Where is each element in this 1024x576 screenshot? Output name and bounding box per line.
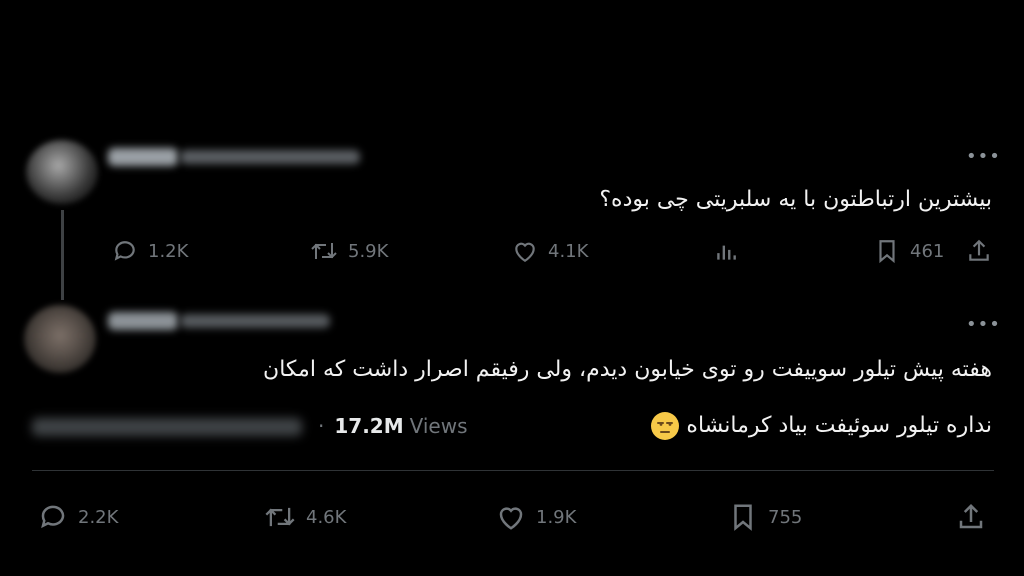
share-button[interactable] — [956, 502, 986, 532]
views-counter[interactable]: · 17.2M Views — [318, 414, 468, 438]
retweet-count: 4.6K — [306, 506, 347, 528]
divider — [32, 470, 994, 471]
reply-button[interactable]: 2.2K — [38, 502, 118, 532]
unamused-face-emoji — [651, 412, 680, 440]
reply-icon — [114, 241, 135, 261]
reply-text-line-1: هفته پیش تیلور سوییفت رو توی خیابون دیدم… — [263, 357, 992, 382]
heart-icon — [499, 507, 523, 530]
handle-blurred — [180, 314, 330, 328]
analytics-button[interactable] — [713, 238, 739, 264]
reply-text-line-2: نداره تیلور سوئیفت بیاد کرمانشاه — [643, 406, 992, 446]
like-button[interactable]: 4.1K — [512, 238, 588, 264]
like-count: 1.9K — [536, 506, 577, 528]
like-count: 4.1K — [548, 240, 589, 262]
bookmark-button[interactable]: 461 — [874, 238, 944, 264]
retweet-button[interactable]: 5.9K — [310, 238, 388, 264]
reply-count: 1.2K — [148, 240, 189, 262]
more-options-button[interactable]: ••• — [966, 314, 1001, 335]
tweet-text: بیشترین ارتباطتون با یه سلبریتی چی بوده؟ — [599, 187, 992, 212]
bookmark-button[interactable]: 755 — [728, 502, 802, 532]
retweet-count: 5.9K — [348, 240, 389, 262]
views-label: Views — [409, 414, 468, 438]
retweet-icon — [311, 243, 337, 259]
avatar[interactable] — [26, 140, 98, 204]
bookmark-count: 461 — [910, 240, 945, 262]
thread-connector-line — [61, 210, 64, 300]
like-button[interactable]: 1.9K — [496, 502, 576, 532]
heart-icon — [515, 242, 535, 263]
bookmark-icon — [879, 240, 895, 264]
more-dots-icon: ••• — [966, 314, 1001, 335]
share-button[interactable] — [966, 238, 992, 264]
timestamp-blurred — [32, 418, 302, 436]
retweet-icon — [265, 507, 295, 527]
share-icon — [959, 503, 983, 529]
bookmark-icon — [734, 504, 752, 531]
reply-button[interactable]: 1.2K — [112, 238, 188, 264]
bookmark-count: 755 — [768, 506, 803, 528]
more-dots-icon: ••• — [966, 146, 1001, 167]
more-options-button[interactable]: ••• — [966, 146, 1001, 167]
reply-icon — [41, 505, 65, 529]
separator-dot: · — [318, 414, 325, 438]
display-name-blurred[interactable] — [108, 312, 178, 330]
reply-count: 2.2K — [78, 506, 119, 528]
avatar[interactable] — [24, 305, 96, 373]
bar-chart-icon — [717, 245, 736, 260]
display-name-blurred[interactable] — [108, 148, 178, 166]
views-count: 17.2M — [334, 414, 404, 438]
retweet-button[interactable]: 4.6K — [264, 502, 346, 532]
handle-blurred — [180, 150, 360, 164]
share-icon — [969, 239, 989, 261]
reply-text-line-2-content: نداره تیلور سوئیفت بیاد کرمانشاه — [686, 413, 992, 438]
